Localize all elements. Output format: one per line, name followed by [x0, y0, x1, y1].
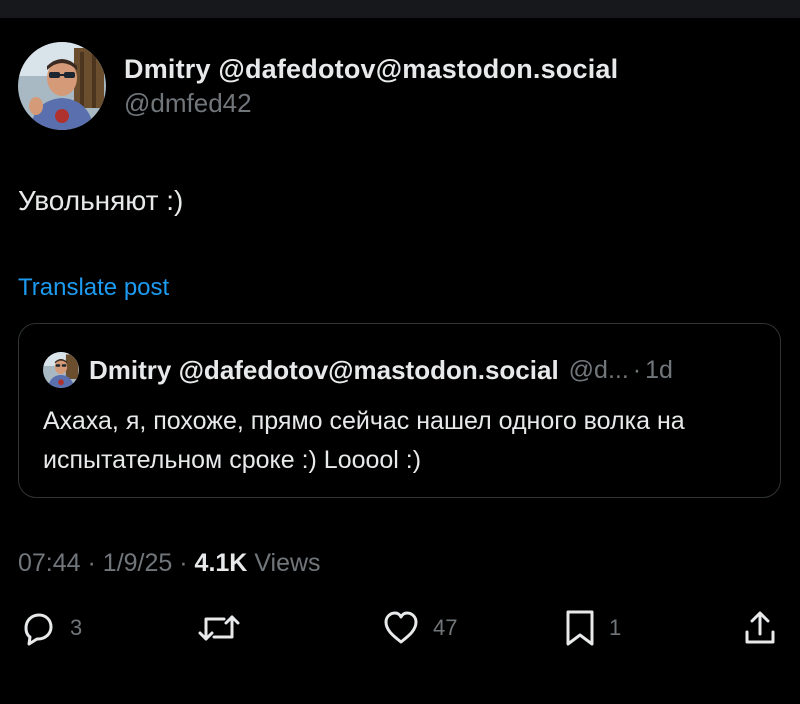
quoted-author-name: Dmitry @dafedotov@mastodon.social	[89, 355, 559, 385]
quoted-post-header: Dmitry @dafedotov@mastodon.social @d... …	[43, 352, 673, 388]
views-label: Views	[254, 549, 321, 577]
action-bar: 3 47 1	[0, 606, 800, 650]
reply-count: 3	[70, 615, 83, 640]
bookmark-button[interactable]: 1	[563, 606, 621, 650]
post-meta: 07:44 · 1/9/25 · 4.1K Views	[18, 546, 321, 580]
share-button[interactable]	[742, 606, 778, 650]
like-button[interactable]: 47	[381, 606, 457, 650]
post-time: 07:44	[18, 549, 81, 577]
quoted-post-text: Ахаха, я, похоже, прямо сейчас нашел одн…	[43, 407, 685, 474]
repost-arrows-icon	[196, 608, 242, 648]
repost-button[interactable]	[196, 606, 242, 650]
quoted-post-age: 1d	[645, 356, 673, 384]
translate-post-link[interactable]: Translate post	[18, 272, 169, 304]
like-count: 47	[433, 615, 458, 640]
heart-icon	[381, 608, 421, 648]
meta-separator-dot: ·	[87, 549, 96, 577]
post-header: Dmitry @dafedotov@mastodon.social @dmfed…	[18, 42, 618, 130]
author-avatar[interactable]	[18, 42, 106, 130]
speech-bubble-icon	[18, 608, 58, 648]
next-post-peek	[18, 684, 258, 704]
quoted-post-card[interactable]: Dmitry @dafedotov@mastodon.social @d... …	[18, 323, 781, 498]
quoted-author-handle: @d...	[568, 356, 629, 384]
share-upload-icon	[742, 608, 778, 648]
reply-button[interactable]: 3	[18, 606, 82, 650]
meta-separator-dot: ·	[179, 549, 188, 577]
quoted-author-avatar	[43, 352, 79, 388]
views-count[interactable]: 4.1K	[195, 549, 248, 577]
top-bar	[0, 0, 800, 18]
post-date: 1/9/25	[102, 549, 173, 577]
author-handle[interactable]: @dmfed42	[124, 86, 618, 120]
bookmark-icon	[563, 608, 597, 648]
quoted-separator-dot: ·	[632, 355, 642, 384]
bookmark-count: 1	[609, 615, 622, 640]
post-text: Увольняют :)	[18, 185, 184, 216]
author-name[interactable]: Dmitry @dafedotov@mastodon.social	[124, 52, 618, 86]
